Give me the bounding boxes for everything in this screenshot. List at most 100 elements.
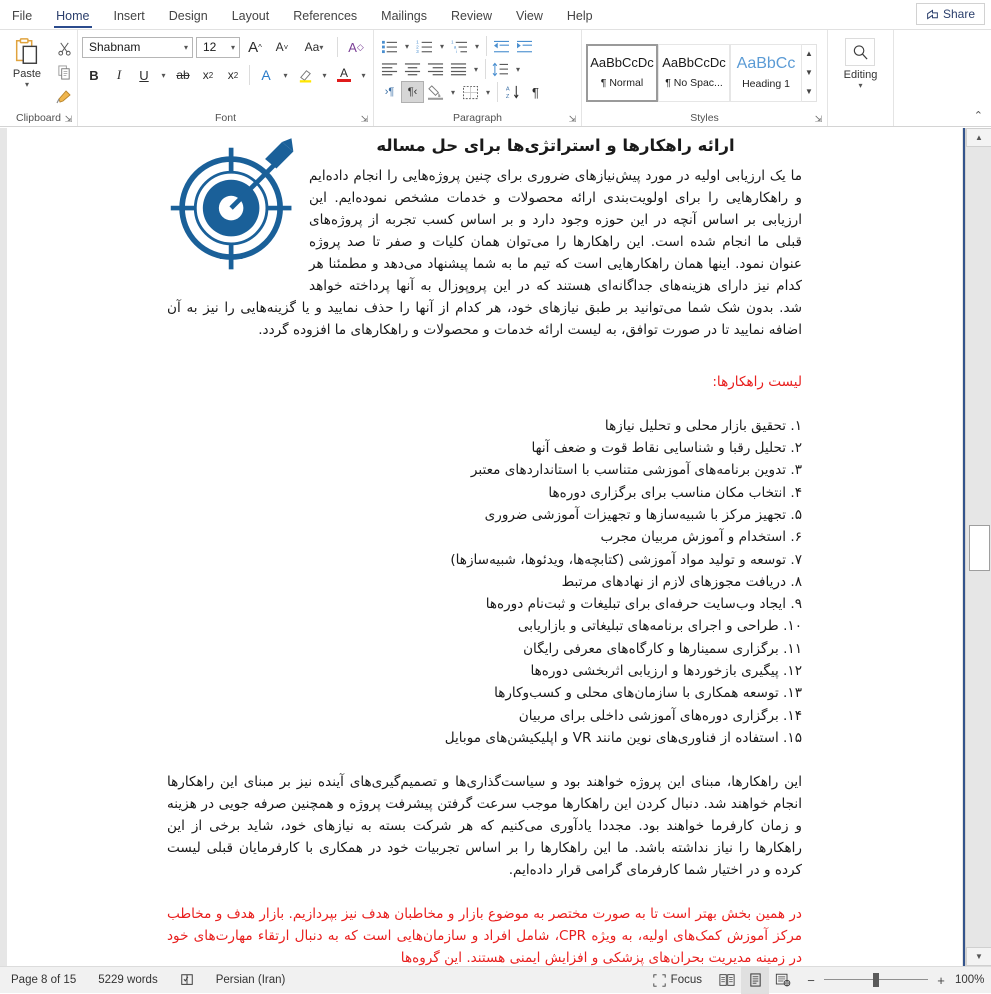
grow-font-button[interactable]: A^ bbox=[243, 35, 267, 59]
bullets-button[interactable] bbox=[378, 35, 401, 57]
cut-icon bbox=[57, 41, 72, 56]
font-size-combo[interactable]: 12 ▾ bbox=[196, 37, 240, 58]
tab-references[interactable]: References bbox=[281, 10, 369, 30]
align-right-button[interactable] bbox=[424, 58, 447, 80]
tab-view[interactable]: View bbox=[504, 10, 555, 30]
underline-dropdown[interactable]: ▾ bbox=[157, 63, 170, 87]
paste-dropdown-icon[interactable]: ▾ bbox=[25, 80, 29, 89]
highlight-dropdown[interactable]: ▾ bbox=[318, 63, 331, 87]
scroll-down-button[interactable]: ▼ bbox=[966, 947, 991, 966]
zoom-slider-thumb[interactable] bbox=[873, 973, 879, 987]
text-effects-label: A bbox=[261, 67, 270, 83]
tab-review[interactable]: Review bbox=[439, 10, 504, 30]
styles-more-icon[interactable]: ▼ bbox=[802, 82, 816, 101]
zoom-level-label[interactable]: 100% bbox=[955, 974, 991, 986]
cut-button[interactable] bbox=[52, 38, 76, 59]
word-count-status[interactable]: 5229 words bbox=[87, 967, 168, 994]
zoom-in-button[interactable]: + bbox=[935, 973, 947, 988]
bullets-dropdown[interactable]: ▾ bbox=[401, 35, 413, 57]
paragraph-dialog-launcher[interactable]: ⇲ bbox=[567, 114, 578, 125]
justify-dropdown[interactable]: ▾ bbox=[470, 58, 482, 80]
font-color-dropdown[interactable]: ▾ bbox=[357, 63, 370, 87]
text-effects-button[interactable]: A bbox=[254, 63, 278, 87]
vertical-scrollbar[interactable]: ▲ ▼ bbox=[965, 128, 991, 966]
print-layout-button[interactable] bbox=[741, 967, 769, 994]
tab-mailings[interactable]: Mailings bbox=[369, 10, 439, 30]
show-marks-button[interactable]: ¶ bbox=[524, 81, 547, 103]
line-spacing-button[interactable] bbox=[489, 58, 512, 80]
multilevel-list-dropdown[interactable]: ▾ bbox=[471, 35, 483, 57]
target-with-arrow-image[interactable] bbox=[167, 134, 299, 284]
copy-button[interactable] bbox=[52, 62, 76, 83]
strikethrough-button[interactable]: ab bbox=[171, 63, 195, 87]
editing-dropdown-icon[interactable]: ▾ bbox=[858, 81, 862, 90]
ltr-direction-button[interactable]: ›¶ bbox=[378, 81, 401, 103]
share-button[interactable]: Share bbox=[916, 3, 985, 25]
zoom-slider[interactable] bbox=[824, 972, 928, 988]
shading-button[interactable] bbox=[424, 81, 447, 103]
subscript-button[interactable]: x2 bbox=[196, 63, 220, 87]
bold-button[interactable]: B bbox=[82, 63, 106, 87]
editing-button[interactable]: Editing ▾ bbox=[844, 35, 878, 90]
web-layout-button[interactable] bbox=[769, 967, 797, 994]
paste-button[interactable]: Paste ▾ bbox=[4, 35, 50, 107]
style-normal[interactable]: AaBbCcDc ¶ Normal bbox=[586, 44, 658, 102]
collapse-ribbon-button[interactable]: ⌃ bbox=[974, 109, 983, 122]
list-heading: لیست راهکارها: bbox=[167, 371, 802, 393]
focus-icon bbox=[653, 974, 666, 987]
language-status[interactable]: Persian (Iran) bbox=[205, 967, 297, 994]
change-case-button[interactable]: Aa ▾ bbox=[297, 35, 331, 59]
tab-home[interactable]: Home bbox=[44, 10, 101, 30]
clipboard-dialog-launcher[interactable]: ⇲ bbox=[63, 114, 74, 125]
text-effects-dropdown[interactable]: ▾ bbox=[279, 63, 292, 87]
scrollbar-thumb[interactable] bbox=[969, 525, 990, 571]
borders-button[interactable] bbox=[459, 81, 482, 103]
align-center-button[interactable] bbox=[401, 58, 424, 80]
proofing-status[interactable] bbox=[169, 967, 205, 994]
font-dialog-launcher[interactable]: ⇲ bbox=[359, 114, 370, 125]
justify-button[interactable] bbox=[447, 58, 470, 80]
sort-button[interactable]: A Z bbox=[501, 81, 524, 103]
styles-scroll-up-icon[interactable]: ▲ bbox=[802, 45, 816, 64]
focus-button[interactable]: Focus bbox=[642, 967, 713, 994]
page-number-status[interactable]: Page 8 of 15 bbox=[0, 967, 87, 994]
highlight-color-button[interactable] bbox=[293, 63, 317, 87]
rtl-direction-button[interactable]: ¶‹ bbox=[401, 81, 424, 103]
format-painter-button[interactable] bbox=[52, 86, 76, 107]
styles-dialog-launcher[interactable]: ⇲ bbox=[813, 114, 824, 125]
align-left-button[interactable] bbox=[378, 58, 401, 80]
increase-indent-button[interactable] bbox=[513, 35, 536, 57]
document-page[interactable]: ارائه راهکارها و استراتژی‌ها برای حل مسا… bbox=[7, 128, 962, 966]
styles-scroll-down-icon[interactable]: ▼ bbox=[802, 63, 816, 82]
read-mode-button[interactable] bbox=[713, 967, 741, 994]
tab-help[interactable]: Help bbox=[555, 10, 605, 30]
font-name-combo[interactable]: Shabnam ▾ bbox=[82, 37, 193, 58]
line-spacing-dropdown[interactable]: ▾ bbox=[512, 58, 524, 80]
shrink-font-button[interactable]: A˅ bbox=[270, 35, 294, 59]
multilevel-list-button[interactable]: 1 a i bbox=[448, 35, 471, 57]
status-bar: Page 8 of 15 5229 words Persian (Iran) F… bbox=[0, 966, 991, 993]
decrease-indent-button[interactable] bbox=[490, 35, 513, 57]
shading-dropdown[interactable]: ▾ bbox=[447, 81, 459, 103]
clear-formatting-button[interactable]: A ◇ bbox=[344, 35, 368, 59]
numbering-dropdown[interactable]: ▾ bbox=[436, 35, 448, 57]
superscript-button[interactable]: x2 bbox=[221, 63, 245, 87]
shading-icon bbox=[427, 84, 444, 100]
styles-gallery-scroller: ▲ ▼ ▼ bbox=[802, 44, 817, 102]
borders-dropdown[interactable]: ▾ bbox=[482, 81, 494, 103]
zoom-out-button[interactable]: − bbox=[805, 973, 817, 988]
editing-label: Editing bbox=[844, 69, 878, 81]
list-item: ۱۳. توسعه همکاری با سازمان‌های محلی و کس… bbox=[167, 682, 802, 704]
tab-layout[interactable]: Layout bbox=[220, 10, 282, 30]
style-heading-1[interactable]: AaBbCс Heading 1 bbox=[730, 44, 802, 102]
style-no-spacing[interactable]: AaBbCcDc ¶ No Spac... bbox=[658, 44, 730, 102]
tab-insert[interactable]: Insert bbox=[102, 10, 157, 30]
italic-button[interactable]: I bbox=[107, 63, 131, 87]
tab-design[interactable]: Design bbox=[157, 10, 220, 30]
font-color-button[interactable]: A bbox=[332, 63, 356, 87]
numbering-button[interactable]: 1 2 3 bbox=[413, 35, 436, 57]
scroll-up-button[interactable]: ▲ bbox=[966, 128, 991, 147]
underline-button[interactable]: U bbox=[132, 63, 156, 87]
tab-file[interactable]: File bbox=[0, 10, 44, 30]
share-icon bbox=[926, 8, 939, 21]
